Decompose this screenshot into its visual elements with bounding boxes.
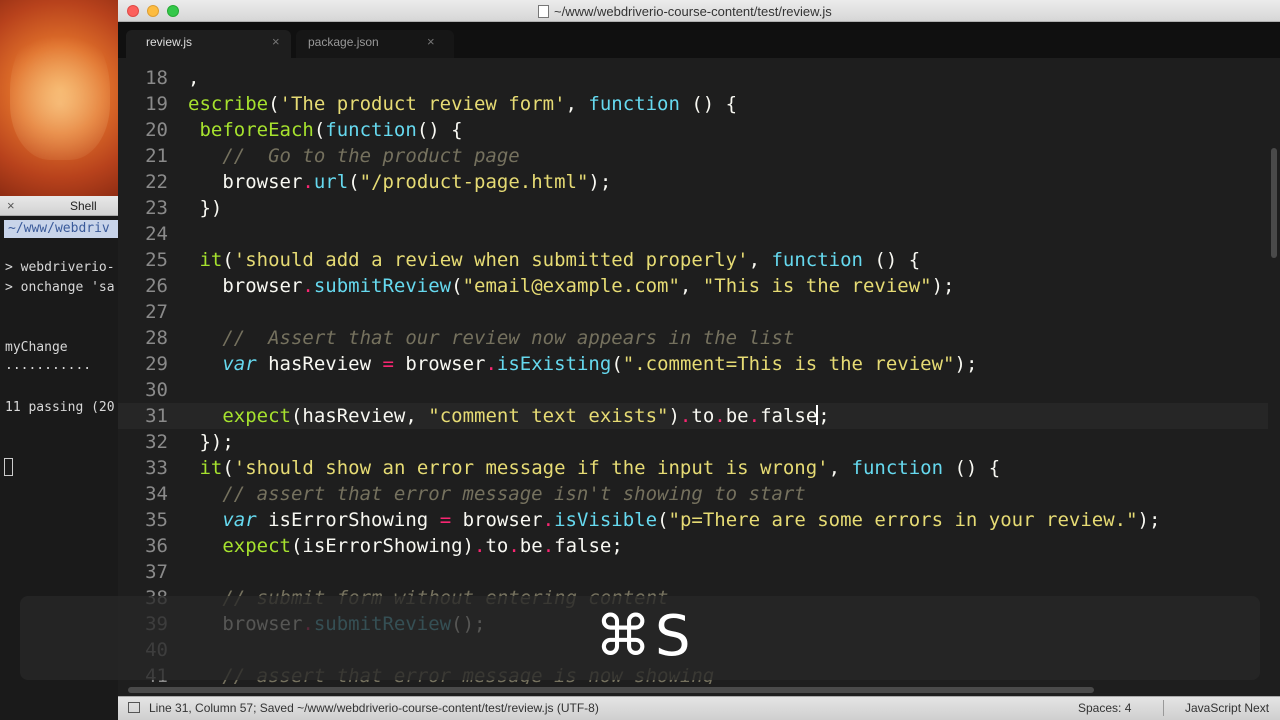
code-line[interactable]: 30 — [118, 377, 1268, 403]
code-line[interactable]: 26 browser.submitReview("email@example.c… — [118, 273, 1268, 299]
code-line[interactable]: 22 browser.url("/product-page.html"); — [118, 169, 1268, 195]
shell-titlebar: × Shell — [0, 196, 122, 216]
scroll-thumb[interactable] — [128, 687, 1094, 693]
syntax-selector[interactable]: JavaScript Next — [1185, 701, 1269, 715]
window-titlebar: ~/www/webdriverio-course-content/test/re… — [118, 0, 1280, 22]
line-text: beforeEach(function() { — [199, 119, 463, 141]
line-number: 31 — [145, 405, 168, 427]
code-line[interactable]: 33 it('should show an error message if t… — [118, 455, 1268, 481]
tab-bar: review.js × package.json × — [118, 22, 1280, 58]
code-line[interactable]: 24 — [118, 221, 1268, 247]
line-number: 30 — [145, 379, 168, 401]
line-number: 25 — [145, 249, 168, 271]
code-line[interactable]: 32 }); — [118, 429, 1268, 455]
shell-title: Shell — [70, 199, 97, 213]
line-text: escribe('The product review form', funct… — [188, 93, 738, 115]
tab-package-json[interactable]: package.json × — [296, 30, 454, 58]
document-icon — [538, 5, 549, 18]
line-text: }) — [188, 197, 223, 219]
line-number: 33 — [145, 457, 168, 479]
zoom-window-button[interactable] — [167, 5, 179, 17]
code-line[interactable]: 31 expect(hasReview, "comment text exist… — [118, 403, 1268, 429]
line-number: 36 — [145, 535, 168, 557]
line-text: expect(hasReview, "comment text exists")… — [222, 405, 830, 427]
line-number: 22 — [145, 171, 168, 193]
line-number: 18 — [145, 67, 168, 89]
shell-path: ~/www/webdriv — [4, 220, 118, 238]
line-text: }); — [188, 431, 234, 453]
shell-line: > webdriverio- — [5, 260, 115, 275]
code-line[interactable]: 23 }) — [118, 195, 1268, 221]
panel-toggle-icon[interactable] — [128, 702, 140, 713]
code-area[interactable]: 18, 19 escribe('The product review form', … — [118, 58, 1268, 684]
status-bar: Line 31, Column 57; Saved ~/www/webdrive… — [118, 696, 1280, 720]
shell-close-icon[interactable]: × — [7, 198, 15, 213]
line-text: it('should add a review when submitted p… — [199, 249, 921, 271]
shell-line: 11 passing (20 — [5, 400, 115, 415]
code-line[interactable]: 19 escribe('The product review form', fun… — [118, 91, 1268, 117]
line-text: var isErrorShowing = browser.isVisible("… — [222, 509, 1161, 531]
code-line[interactable]: 18, — [118, 65, 1268, 91]
close-window-button[interactable] — [127, 5, 139, 17]
tab-label: review.js — [146, 35, 193, 49]
line-text: , — [188, 67, 200, 89]
code-line[interactable]: 20 beforeEach(function() { — [118, 117, 1268, 143]
horizontal-scrollbar[interactable] — [118, 684, 1268, 696]
minimize-window-button[interactable] — [147, 5, 159, 17]
status-text: Line 31, Column 57; Saved ~/www/webdrive… — [149, 701, 599, 715]
line-text: // Go to the product page — [222, 145, 520, 167]
line-text: browser.submitReview("email@example.com"… — [188, 275, 955, 297]
desktop-wallpaper — [0, 0, 120, 200]
line-text: expect(isErrorShowing).to.be.false; — [222, 535, 623, 557]
line-text: it('should show an error message if the … — [199, 457, 1001, 479]
shell-line: ........... — [5, 358, 92, 373]
tab-close-icon[interactable]: × — [272, 34, 280, 49]
line-number: 28 — [145, 327, 168, 349]
line-number: 19 — [145, 93, 168, 115]
code-line[interactable]: 36 expect(isErrorShowing).to.be.false; — [118, 533, 1268, 559]
tab-label: package.json — [308, 35, 379, 49]
indentation-setting[interactable]: Spaces: 4 — [1078, 701, 1131, 715]
scroll-thumb[interactable] — [1271, 148, 1277, 258]
line-number: 20 — [145, 119, 168, 141]
shell-line: myChange — [5, 340, 68, 355]
line-number: 27 — [145, 301, 168, 323]
tab-close-icon[interactable]: × — [427, 34, 435, 49]
keystroke-overlay: ⌘S — [20, 596, 1260, 680]
line-number: 24 — [145, 223, 168, 245]
code-line[interactable]: 29 var hasReview = browser.isExisting(".… — [118, 351, 1268, 377]
status-divider — [1163, 700, 1164, 716]
window-title: ~/www/webdriverio-course-content/test/re… — [554, 4, 832, 19]
line-number: 32 — [145, 431, 168, 453]
line-number: 29 — [145, 353, 168, 375]
keystroke-text: ⌘S — [595, 604, 695, 669]
code-line[interactable]: 34 // assert that error message isn't sh… — [118, 481, 1268, 507]
code-line[interactable]: 37 — [118, 559, 1268, 585]
line-text: // Assert that our review now appears in… — [222, 327, 795, 349]
vertical-scrollbar[interactable] — [1268, 58, 1280, 684]
line-text: browser.url("/product-page.html"); — [188, 171, 612, 193]
code-line[interactable]: 25 it('should add a review when submitte… — [118, 247, 1268, 273]
shell-line: > onchange 'sa — [5, 280, 115, 295]
code-line[interactable]: 28 // Assert that our review now appears… — [118, 325, 1268, 351]
line-number: 26 — [145, 275, 168, 297]
line-text: var hasReview = browser.isExisting(".com… — [222, 353, 978, 375]
line-number: 23 — [145, 197, 168, 219]
line-text: // assert that error message isn't showi… — [222, 483, 806, 505]
tab-review-js[interactable]: review.js × — [126, 30, 291, 58]
line-number: 37 — [145, 561, 168, 583]
line-number: 35 — [145, 509, 168, 531]
line-number: 21 — [145, 145, 168, 167]
line-number: 34 — [145, 483, 168, 505]
shell-cursor — [4, 458, 13, 476]
code-line[interactable]: 21 // Go to the product page — [118, 143, 1268, 169]
code-line[interactable]: 27 — [118, 299, 1268, 325]
code-line[interactable]: 35 var isErrorShowing = browser.isVisibl… — [118, 507, 1268, 533]
